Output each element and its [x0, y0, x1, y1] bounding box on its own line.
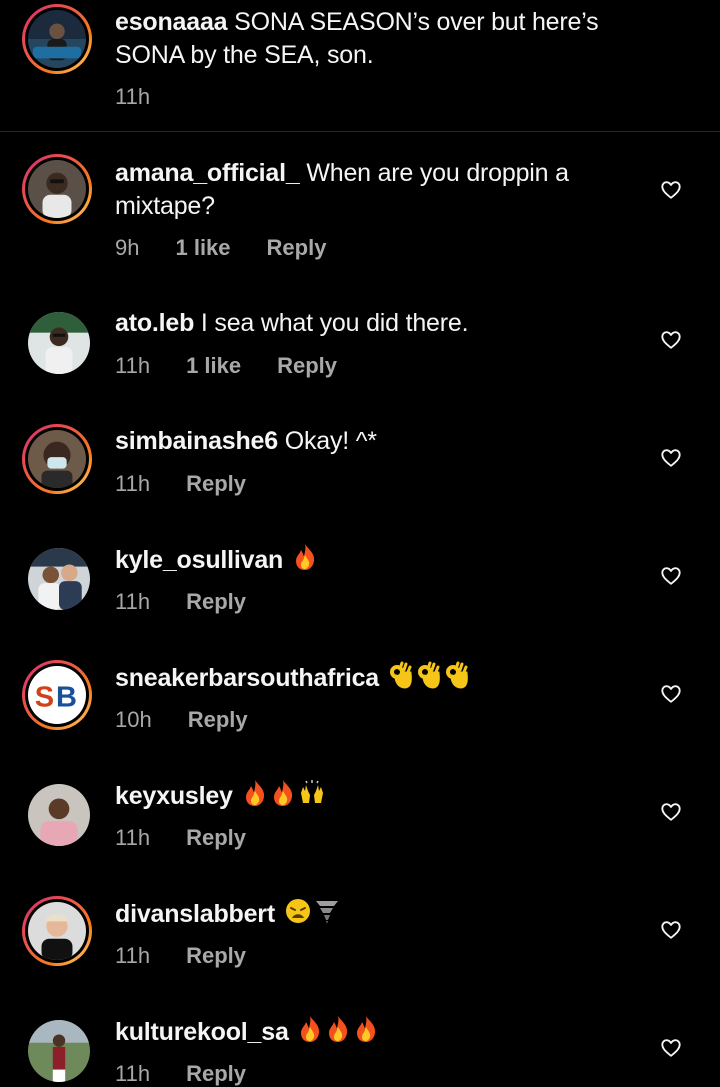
comment-text: sneakerbarsouthafrica	[115, 661, 635, 695]
heart-outline-icon[interactable]	[660, 683, 682, 705]
reply-button[interactable]: Reply	[188, 707, 248, 733]
caption-username[interactable]: esonaaaa	[115, 8, 228, 36]
comment-avatar[interactable]: S B	[22, 660, 92, 730]
comment-time: 10h	[115, 707, 152, 732]
fire-emoji	[292, 543, 318, 571]
comment-text: divanslabbert	[115, 897, 635, 931]
ok-hand-emoji	[388, 661, 414, 689]
comment-avatar[interactable]	[22, 154, 92, 224]
heart-outline-icon[interactable]	[660, 329, 682, 351]
comment-body: I sea what you did there.	[200, 309, 469, 337]
comment-meta: 11h Reply	[115, 825, 246, 851]
reply-button[interactable]: Reply	[186, 825, 246, 851]
comment-username[interactable]: keyxusley	[115, 782, 233, 810]
sb-logo-s: S	[35, 682, 54, 714]
fire-emoji	[297, 1015, 323, 1043]
comment-text: ato.leb I sea what you did there.	[115, 307, 635, 340]
comment-time: 11h	[115, 1061, 151, 1086]
comment-avatar[interactable]	[28, 1020, 90, 1082]
heart-outline-icon[interactable]	[660, 801, 682, 823]
comment-username[interactable]: kyle_osullivan	[115, 546, 283, 574]
caption-text: esonaaaa SONA SEASON’s over but here’s S…	[115, 6, 635, 72]
comment-text: kulturekool_sa	[115, 1015, 635, 1049]
heart-outline-icon[interactable]	[660, 179, 682, 201]
comment-like-count[interactable]: 1 like	[186, 353, 241, 379]
comment-text: amana_official_ When are you droppin a m…	[115, 157, 635, 223]
comment-username[interactable]: divanslabbert	[115, 900, 275, 928]
comment-time: 9h	[115, 235, 140, 260]
weary-face-emoji	[284, 897, 312, 925]
reply-button[interactable]: Reply	[186, 943, 246, 969]
heart-outline-icon[interactable]	[660, 1037, 682, 1059]
comment-body: Okay! ^*	[284, 427, 377, 455]
comment-text: kyle_osullivan	[115, 543, 635, 577]
reply-button[interactable]: Reply	[267, 235, 327, 261]
comment-meta: 11h Reply	[115, 1061, 246, 1087]
reply-button[interactable]: Reply	[277, 353, 337, 379]
comment-avatar[interactable]	[22, 896, 92, 966]
comment-avatar[interactable]	[28, 312, 90, 374]
comment-text: simbainashe6 Okay! ^*	[115, 425, 635, 458]
reply-button[interactable]: Reply	[186, 471, 246, 497]
caption-divider	[0, 131, 720, 132]
comment-username[interactable]: sneakerbarsouthafrica	[115, 664, 379, 692]
comment-meta: 9h 1 like Reply	[115, 235, 326, 261]
comment-time: 11h	[115, 589, 151, 614]
comment-text: keyxusley	[115, 779, 635, 813]
comment-username[interactable]: ato.leb	[115, 309, 194, 337]
comment-meta: 11h Reply	[115, 943, 246, 969]
comment-meta: 11h Reply	[115, 589, 246, 615]
comment-meta: 10h Reply	[115, 707, 248, 733]
caption-meta: 11h	[115, 84, 186, 110]
heart-outline-icon[interactable]	[660, 565, 682, 587]
fire-emoji	[325, 1015, 351, 1043]
heart-outline-icon[interactable]	[660, 919, 682, 941]
comment-avatar[interactable]	[28, 548, 90, 610]
post-caption: esonaaaa SONA SEASON’s over but here’s S…	[0, 0, 720, 132]
sb-logo-b: B	[56, 682, 77, 714]
comment-like-count[interactable]: 1 like	[175, 235, 230, 261]
comment-avatar[interactable]	[28, 784, 90, 846]
comment-time: 11h	[115, 353, 151, 378]
comment-time: 11h	[115, 471, 151, 496]
tornado-emoji	[314, 897, 340, 925]
comment-username[interactable]: simbainashe6	[115, 427, 278, 455]
fire-emoji	[353, 1015, 379, 1043]
comment-username[interactable]: kulturekool_sa	[115, 1018, 289, 1046]
comment-time: 11h	[115, 943, 151, 968]
ok-hand-emoji	[444, 661, 470, 689]
fire-emoji	[270, 779, 296, 807]
caption-time: 11h	[115, 84, 151, 109]
reply-button[interactable]: Reply	[186, 1061, 246, 1087]
ok-hand-emoji	[416, 661, 442, 689]
comment-username[interactable]: amana_official_	[115, 159, 300, 187]
fire-emoji	[242, 779, 268, 807]
caption-author-avatar[interactable]	[22, 4, 92, 74]
comment-meta: 11h Reply	[115, 471, 246, 497]
raising-hands-emoji	[298, 779, 326, 807]
comment-meta: 11h 1 like Reply	[115, 353, 337, 379]
heart-outline-icon[interactable]	[660, 447, 682, 469]
reply-button[interactable]: Reply	[186, 589, 246, 615]
comment-avatar[interactable]	[22, 424, 92, 494]
comment-time: 11h	[115, 825, 151, 850]
